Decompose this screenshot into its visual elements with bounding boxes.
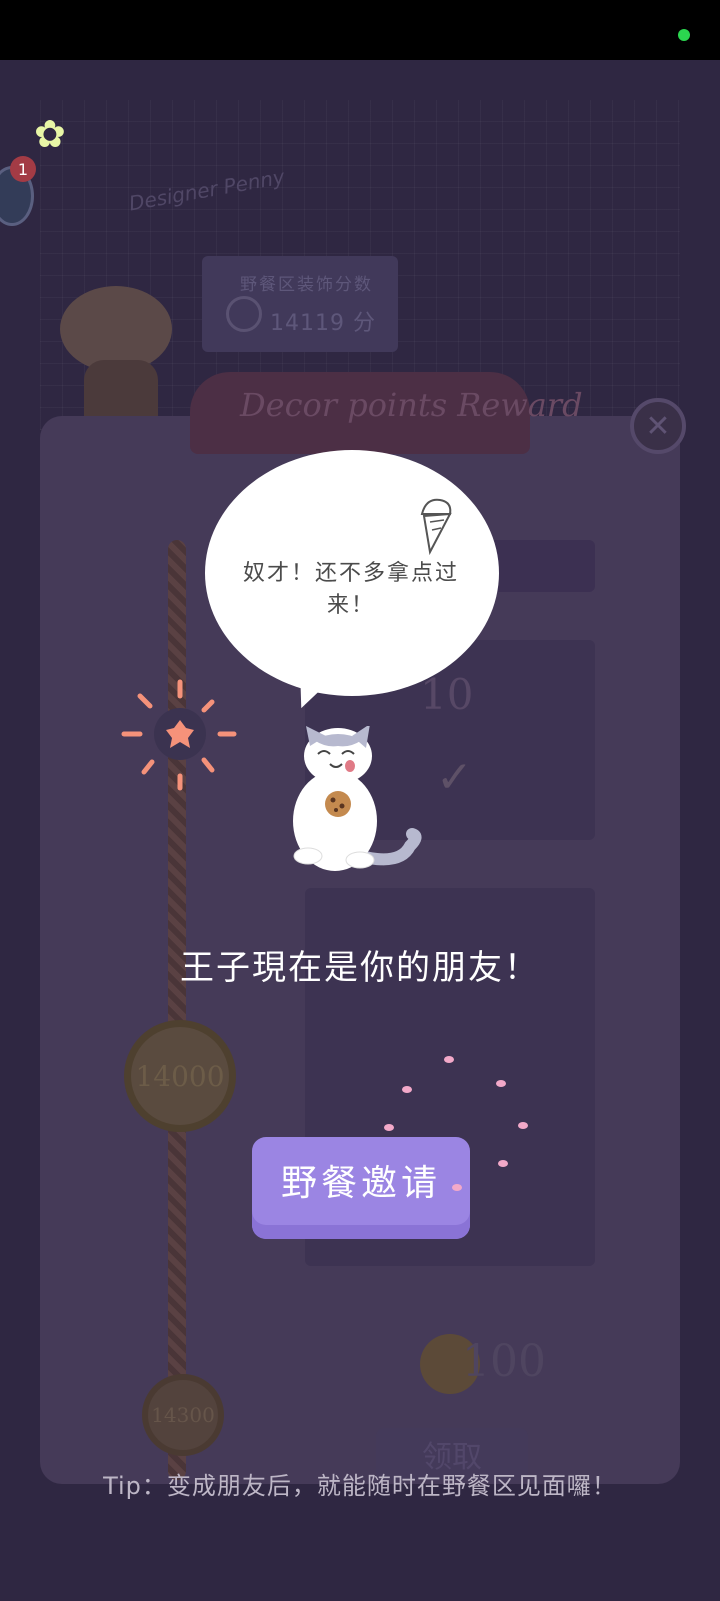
petal [496, 1080, 506, 1087]
clover-icon[interactable]: ✿ [34, 112, 66, 156]
milestone-medal: 14000 [124, 1020, 236, 1132]
score-label: 野餐区装饰分数 [240, 275, 373, 295]
milestone-medal: 14300 [142, 1374, 224, 1456]
score-badge-icon [226, 296, 262, 332]
picnic-invite-button[interactable]: 野餐邀请 [252, 1137, 470, 1239]
friend-message: 王子現在是你的朋友！ [180, 948, 540, 988]
reward-amount: 100 [462, 1336, 546, 1387]
notification-badge: 1 [10, 156, 36, 182]
close-button[interactable]: ✕ [630, 398, 686, 454]
sun-icon [121, 679, 237, 791]
status-bar [0, 0, 720, 60]
petal [384, 1124, 394, 1131]
ice-cream-icon [420, 498, 452, 556]
tip-text: Tip：变成朋友后，就能随时在野餐区见面囉！ [103, 1472, 617, 1500]
petal [518, 1122, 528, 1129]
designer-dog-body [84, 360, 158, 416]
checkmark-icon: ✓ [436, 752, 473, 803]
status-indicator-dot [678, 29, 690, 41]
petal [498, 1160, 508, 1167]
close-icon: ✕ [645, 408, 671, 444]
petal [444, 1056, 454, 1063]
speech-bubble-text: 奴才！还不多拿点过来！ [242, 561, 459, 618]
petal [402, 1086, 412, 1093]
score-value: 14119 分 [270, 311, 376, 336]
petal [452, 1184, 462, 1191]
cat-icon [293, 726, 422, 871]
ribbon-title: Decor points Reward [240, 386, 583, 424]
